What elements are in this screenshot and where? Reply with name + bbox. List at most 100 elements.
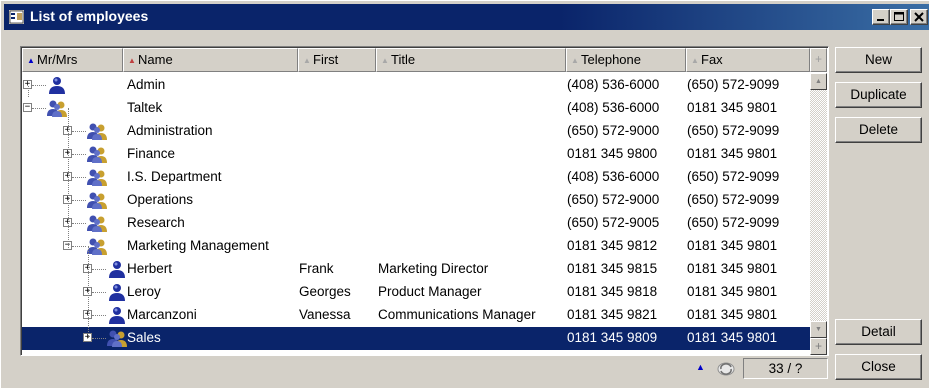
sort-none-icon: ▲ [691, 56, 699, 65]
table-row[interactable]: + Research (650) 572-9005 (650) 572-9099 [22, 212, 810, 235]
cell-first: Frank [299, 261, 334, 276]
group-icon [87, 192, 107, 209]
tree-guide-line [88, 246, 89, 338]
column-header-mr-mrs[interactable]: ▲ Mr/Mrs [22, 48, 123, 72]
column-header-fax[interactable]: ▲ Fax [686, 48, 810, 72]
cell-fax: 0181 345 9801 [687, 284, 778, 299]
cell-name: Finance [127, 146, 176, 161]
cell-name: Administration [127, 123, 213, 138]
group-icon [87, 123, 107, 140]
table-row[interactable]: − Marketing Management 0181 345 9812 0181 3… [22, 235, 810, 258]
duplicate-button[interactable]: Duplicate [835, 82, 922, 108]
cell-name: Marcanzoni [127, 307, 197, 322]
maximize-button[interactable] [890, 9, 908, 25]
column-header-title[interactable]: ▲ Title [376, 48, 566, 72]
cell-name: Taltek [127, 100, 163, 115]
cell-first: Vanessa [299, 307, 351, 322]
sort-asc-icon: ▲ [128, 56, 136, 65]
cell-telephone: 0181 345 9815 [567, 261, 658, 276]
cell-fax: (650) 572-9099 [687, 77, 780, 92]
cell-fax: 0181 345 9801 [687, 307, 778, 322]
sort-none-icon: ▲ [381, 56, 389, 65]
cell-title: Communications Manager [378, 307, 536, 322]
table-row[interactable]: + Admin (408) 536-6000 (650) 572-9099 [22, 74, 810, 97]
detail-button[interactable]: Detail [835, 319, 922, 345]
column-header-name[interactable]: ▲ Name [123, 48, 298, 72]
cell-fax: 0181 345 9801 [687, 100, 778, 115]
table-row[interactable]: + Sales 0181 345 9809 0181 345 9801 [22, 327, 810, 350]
table-row[interactable]: + Leroy Georges Product Manager 0181 345 981… [22, 281, 810, 304]
employee-tree-list[interactable]: ▲ Mr/Mrs ▲ Name ▲ First ▲ Title ▲ Telephone ▲… [20, 46, 829, 356]
cell-telephone: (408) 536-6000 [567, 169, 660, 184]
table-row[interactable]: − Taltek (408) 536-6000 0181 345 9801 [22, 97, 810, 120]
table-row[interactable]: + I.S. Department (408) 536-6000 (650) 572-… [22, 166, 810, 189]
cell-name: Marketing Management [127, 238, 269, 253]
group-icon [87, 215, 107, 232]
cell-telephone: 0181 345 9812 [567, 238, 658, 253]
maximize-icon [894, 12, 904, 21]
delete-button[interactable]: Delete [835, 117, 922, 143]
cell-title: Product Manager [378, 284, 482, 299]
cell-fax: 0181 345 9801 [687, 261, 778, 276]
cell-name: Herbert [127, 261, 173, 276]
close-icon [914, 12, 924, 22]
record-count: 33 / ? [743, 358, 828, 379]
close-button[interactable]: Close [835, 354, 922, 380]
employees-window: List of employees ▲ Mr/Mrs ▲ Name ▲ First ▲… [0, 0, 929, 388]
group-icon [87, 146, 107, 163]
cell-telephone: 0181 345 9821 [567, 307, 658, 322]
cell-name: Research [127, 215, 185, 230]
cell-name: Admin [127, 77, 166, 92]
cell-name: Sales [127, 330, 161, 345]
cell-fax: (650) 572-9099 [687, 192, 780, 207]
cell-name: I.S. Department [127, 169, 222, 184]
cell-fax: 0181 345 9801 [687, 238, 778, 253]
minimize-icon [877, 19, 884, 21]
group-icon [87, 169, 107, 186]
column-header-telephone[interactable]: ▲ Telephone [566, 48, 686, 72]
cell-fax: (650) 572-9099 [687, 123, 780, 138]
table-row[interactable]: + Administration (650) 572-9000 (650) 572-9… [22, 120, 810, 143]
cell-fax: 0181 345 9801 [687, 330, 778, 345]
sort-order-icon[interactable]: ▲ [696, 362, 705, 372]
cell-telephone: (650) 572-9000 [567, 192, 660, 207]
cell-title: Marketing Director [378, 261, 489, 276]
cell-fax: (650) 572-9099 [687, 169, 780, 184]
minimize-button[interactable] [872, 9, 890, 25]
column-header-row: ▲ Mr/Mrs ▲ Name ▲ First ▲ Title ▲ Telephone ▲… [22, 48, 828, 72]
person-icon [49, 77, 65, 94]
cell-telephone: (650) 572-9005 [567, 215, 660, 230]
sort-asc-icon: ▲ [27, 56, 35, 65]
column-chooser-button[interactable]: + [810, 48, 827, 72]
title-bar[interactable]: List of employees [4, 4, 929, 30]
cell-first: Georges [299, 284, 351, 299]
cell-fax: (650) 572-9099 [687, 215, 780, 230]
new-button[interactable]: New [835, 47, 922, 73]
status-bar: ▲ 33 / ? [20, 357, 829, 381]
cell-name: Leroy [127, 284, 161, 299]
cell-telephone: 0181 345 9800 [567, 146, 658, 161]
group-icon [47, 100, 67, 117]
close-window-button[interactable] [910, 9, 928, 25]
cell-telephone: (408) 536-6000 [567, 100, 660, 115]
scroll-up-button[interactable]: ▲ [810, 73, 827, 90]
app-icon [9, 10, 24, 24]
cell-name: Operations [127, 192, 194, 207]
table-row[interactable]: + Marcanzoni Vanessa Communications Manager… [22, 304, 810, 327]
cell-telephone: (650) 572-9000 [567, 123, 660, 138]
tree-rows: + Admin (408) 536-6000 (650) 572-9099 − Talte… [22, 74, 810, 354]
vertical-scrollbar[interactable]: ▲ ▼ + [810, 73, 827, 355]
refresh-icon[interactable] [715, 361, 737, 377]
cell-telephone: 0181 345 9809 [567, 330, 658, 345]
collapse-icon[interactable]: − [23, 103, 32, 112]
scroll-down-button[interactable]: ▼ [810, 321, 827, 338]
table-row[interactable]: + Herbert Frank Marketing Director 0181 345 … [22, 258, 810, 281]
tree-guide-line [68, 108, 69, 248]
cell-telephone: 0181 345 9818 [567, 284, 658, 299]
scroll-expand-button[interactable]: + [810, 338, 827, 355]
table-row[interactable]: + Finance 0181 345 9800 0181 345 9801 [22, 143, 810, 166]
cell-fax: 0181 345 9801 [687, 146, 778, 161]
column-header-first[interactable]: ▲ First [298, 48, 376, 72]
table-row[interactable]: + Operations (650) 572-9000 (650) 572-9099 [22, 189, 810, 212]
tree-guide-line [28, 86, 29, 97]
